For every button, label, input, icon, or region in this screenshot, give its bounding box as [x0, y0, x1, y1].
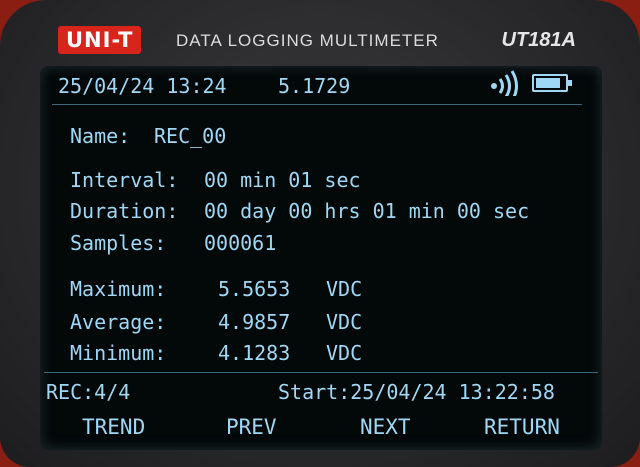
battery-icon [532, 74, 572, 92]
trend-softkey[interactable]: TREND [82, 414, 145, 440]
record-index: REC:4/4 [46, 380, 131, 404]
brand-logo: UNI-T [58, 26, 142, 54]
samples-value: 000061 [204, 231, 277, 255]
status-divider [52, 104, 582, 105]
maximum-unit: VDC [326, 277, 363, 301]
minimum-unit: VDC [326, 341, 363, 365]
duration-label: Duration: [70, 199, 179, 223]
prev-softkey[interactable]: PREV [226, 414, 277, 440]
device-title: DATA LOGGING MULTIMETER [176, 31, 439, 50]
next-softkey[interactable]: NEXT [360, 414, 411, 440]
status-reading: 5.1729 [278, 74, 351, 98]
interval-label: Interval: [70, 168, 179, 192]
maximum-label: Maximum: [70, 277, 167, 301]
record-name: REC_00 [154, 124, 227, 148]
model-number: UT181A [501, 29, 576, 51]
minimum-label: Minimum: [70, 341, 167, 365]
lcd-screen: 25/04/24 13:24 5.1729 Name: REC_00 Inter… [40, 66, 602, 450]
brand-bar: UNI-T DATA LOGGING MULTIMETER UT181A [48, 24, 596, 64]
average-value: 4.9857 [218, 310, 291, 334]
interval-value: 00 min 01 sec [204, 168, 361, 192]
battery-level [536, 78, 560, 88]
minimum-value: 4.1283 [218, 341, 291, 365]
maximum-value: 5.5653 [218, 277, 291, 301]
footer-divider [44, 372, 598, 373]
samples-label: Samples: [70, 231, 167, 255]
duration-value: 00 day 00 hrs 01 min 00 sec [204, 199, 530, 223]
average-unit: VDC [326, 310, 363, 334]
start-time: Start:25/04/24 13:22:58 [278, 380, 555, 404]
average-label: Average: [70, 310, 167, 334]
return-softkey[interactable]: RETURN [484, 414, 560, 440]
wireless-signal-icon [491, 70, 518, 96]
name-label: Name: [70, 124, 131, 148]
status-datetime: 25/04/24 13:24 [58, 74, 227, 98]
